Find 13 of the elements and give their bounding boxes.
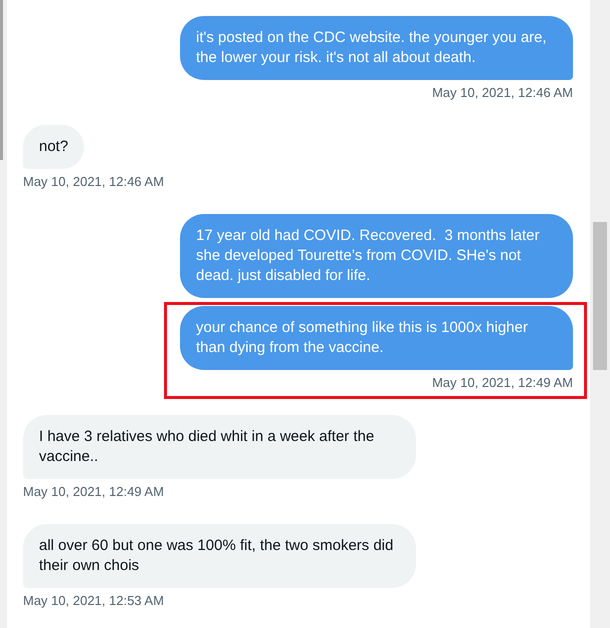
message-bubble: it's posted on the CDC website. the younger you are, the lower your risk. it's not all about death. (180, 16, 573, 80)
message-bubble: your chance of something like this is 1000x higher than dying from the vaccine. (180, 306, 573, 370)
message-timestamp: May 10, 2021, 12:46 AM (432, 85, 573, 101)
message-bubble: I have 3 relatives who died whit in a week after the vaccine.. (23, 415, 416, 479)
message-bubble: 17 year old had COVID. Recovered. 3 months later she developed Tourette’s from COVID. SHe's not dead. just disabled for life. (180, 214, 573, 298)
message-timestamp: May 10, 2021, 12:49 AM (432, 375, 573, 391)
message-timestamp: May 10, 2021, 12:46 AM (23, 174, 164, 190)
message-bubble: not? (23, 125, 84, 169)
scrollbar-thumb[interactable] (593, 222, 607, 370)
message-bubble: all over 60 but one was 100% fit, the two smokers did their own chois (23, 524, 416, 588)
scrollbar-thumb[interactable] (0, 0, 3, 160)
message-timestamp: May 10, 2021, 12:49 AM (23, 484, 164, 500)
message-timestamp: May 10, 2021, 12:53 AM (23, 593, 164, 609)
